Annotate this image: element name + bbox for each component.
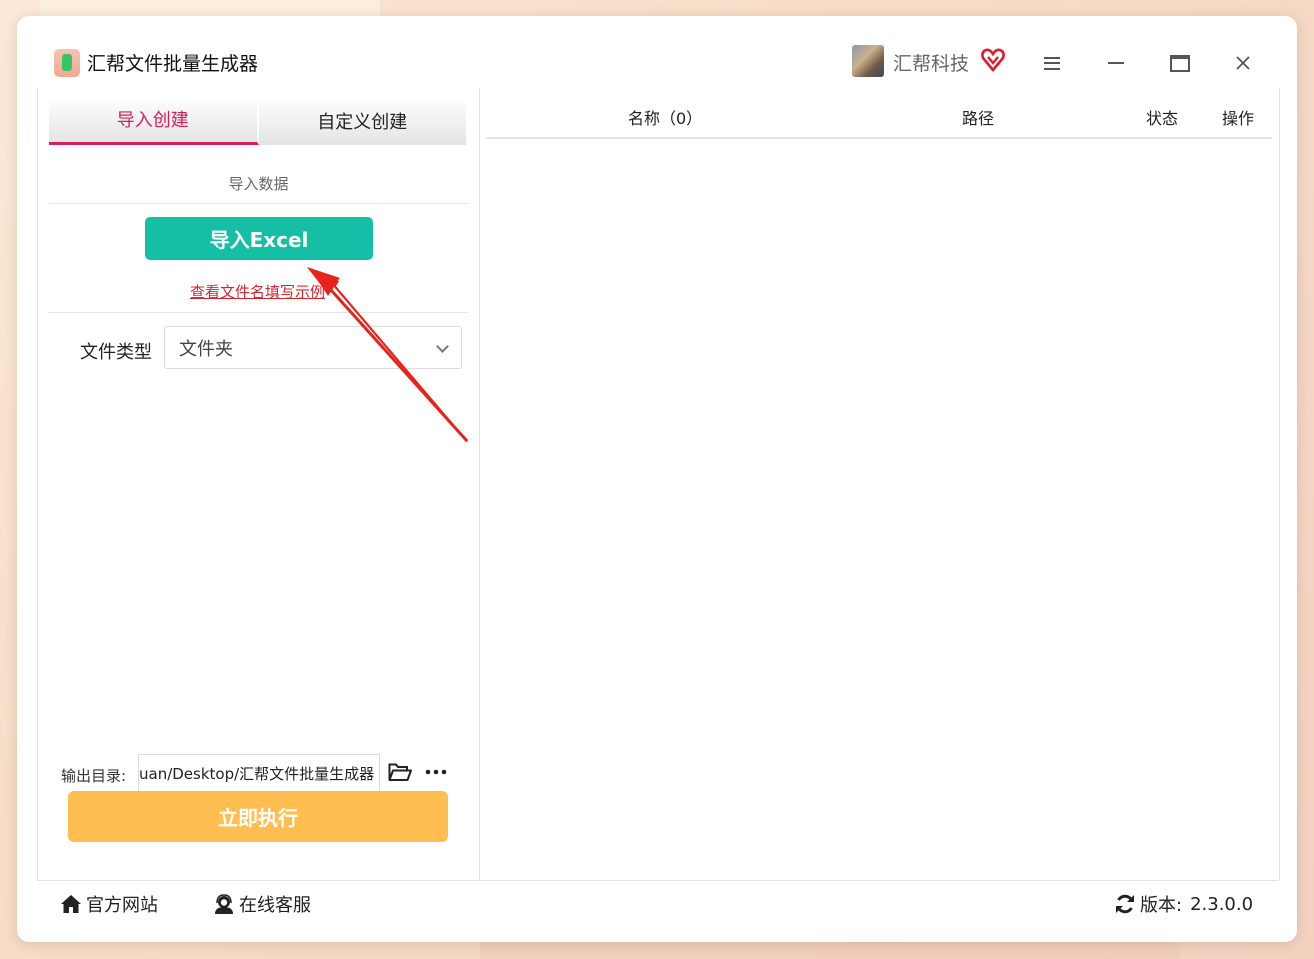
creation-tabs: 导入创建 自定义创建 <box>49 96 468 145</box>
version-number: 2.3.0.0 <box>1190 893 1254 915</box>
title-bar[interactable]: 汇帮文件批量生成器 汇帮科技 <box>17 16 1297 88</box>
chevron-down-icon <box>436 340 449 353</box>
run-now-button[interactable]: 立即执行 <box>68 791 448 842</box>
column-header-actions: 操作 <box>1222 109 1255 128</box>
file-type-select[interactable]: 文件夹 <box>164 326 462 369</box>
app-window: 汇帮文件批量生成器 汇帮科技 导入创建 自定义创建 导入数据 导入Excel 查… <box>17 16 1297 942</box>
hamburger-menu-icon[interactable] <box>1037 48 1067 78</box>
left-panel: 导入创建 自定义创建 导入数据 导入Excel 查看文件名填写示例 文件类型 文… <box>37 88 480 881</box>
brand-name[interactable]: 汇帮科技 <box>893 49 969 76</box>
footer: 官方网站 在线客服 版本: 2.3.0.0 <box>37 881 1277 929</box>
file-type-label: 文件类型 <box>80 342 152 363</box>
home-icon <box>61 895 81 913</box>
output-dir-input[interactable]: uan/Desktop/汇帮文件批量生成器 <box>138 754 380 792</box>
column-header-name: 名称（0） <box>628 109 703 128</box>
table-header-divider <box>486 137 1272 139</box>
import-excel-button[interactable]: 导入Excel <box>145 217 373 260</box>
output-dir-value: uan/Desktop/汇帮文件批量生成器 <box>139 764 375 783</box>
file-table: 名称（0） 路径 状态 操作 <box>480 88 1280 881</box>
divider <box>49 203 468 204</box>
minimize-icon[interactable] <box>1101 48 1131 78</box>
close-icon[interactable] <box>1228 48 1258 78</box>
section-label: 导入数据 <box>228 175 289 193</box>
avatar[interactable] <box>852 45 884 77</box>
sample-link[interactable]: 查看文件名填写示例 <box>190 281 325 302</box>
official-website-label: 官方网站 <box>86 895 158 916</box>
customer-service-icon <box>215 894 233 914</box>
divider <box>49 312 468 313</box>
tab-custom-create[interactable]: 自定义创建 <box>258 96 468 145</box>
app-title: 汇帮文件批量生成器 <box>87 53 259 75</box>
more-options-icon[interactable] <box>424 762 448 782</box>
version-label: 版本: <box>1140 895 1183 916</box>
online-service-link[interactable]: 在线客服 <box>213 891 311 917</box>
column-header-path: 路径 <box>962 109 995 128</box>
tab-import-create[interactable]: 导入创建 <box>49 96 259 145</box>
column-header-status: 状态 <box>1146 109 1179 128</box>
version-info: 版本: 2.3.0.0 <box>1114 891 1253 917</box>
app-logo-icon <box>54 49 80 77</box>
vip-heart-icon[interactable] <box>980 47 1006 73</box>
maximize-icon[interactable] <box>1165 48 1195 78</box>
folder-open-icon[interactable] <box>388 762 412 782</box>
official-website-link[interactable]: 官方网站 <box>60 891 158 917</box>
output-dir-label: 输出目录: <box>61 767 127 785</box>
refresh-icon <box>1116 894 1134 914</box>
online-service-label: 在线客服 <box>239 895 311 916</box>
file-type-value: 文件夹 <box>179 338 233 360</box>
